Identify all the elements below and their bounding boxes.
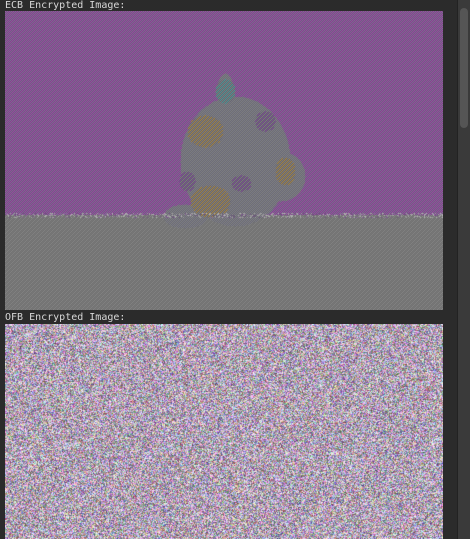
ecb-encrypted-image	[5, 11, 443, 310]
ecb-image-label: ECB Encrypted Image:	[5, 0, 126, 11]
ofb-image-label: OFB Encrypted Image:	[5, 312, 126, 323]
scrollbar-thumb[interactable]	[460, 8, 468, 128]
vertical-scrollbar[interactable]	[457, 0, 470, 539]
ofb-encrypted-image	[5, 324, 443, 539]
notebook-output-panel: ECB Encrypted Image: OFB Encrypted Image…	[0, 0, 458, 539]
